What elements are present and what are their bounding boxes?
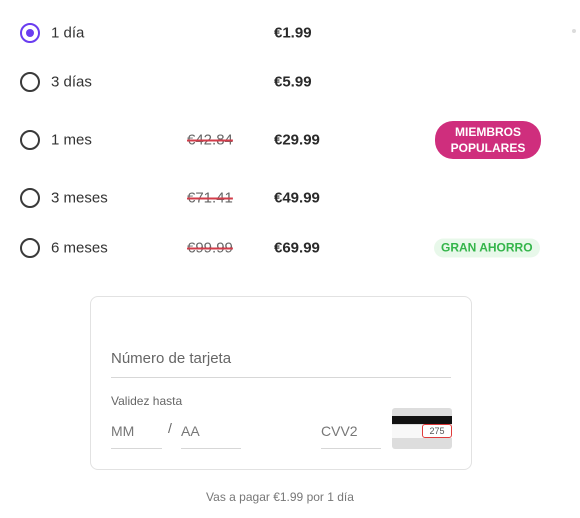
cvv-input[interactable]: CVV2 — [321, 417, 381, 449]
plan-option-1-mes[interactable]: 1 mes €42.84 €29.99 MIEMBROS POPULARES — [0, 120, 580, 160]
expiry-month-input[interactable]: MM — [111, 417, 162, 449]
plan-price: €49.99 — [274, 189, 320, 207]
plan-price: €5.99 — [274, 73, 312, 91]
plan-option-1-dia[interactable]: 1 día €1.99 — [0, 13, 580, 53]
plan-price: €1.99 — [274, 24, 312, 42]
radio-selected[interactable] — [20, 23, 40, 43]
expiry-separator: / — [168, 420, 172, 436]
radio-unselected[interactable] — [20, 188, 40, 208]
expiry-year-input[interactable]: AA — [181, 417, 241, 449]
magnetic-stripe — [392, 416, 452, 424]
expiry-label: Validez hasta — [111, 394, 183, 408]
plan-price: €69.99 — [274, 239, 320, 257]
plan-option-3-dias[interactable]: 3 días €5.99 — [0, 62, 580, 102]
plan-old-price: €71.41 — [187, 189, 233, 207]
plan-option-3-meses[interactable]: 3 meses €71.41 €49.99 — [0, 178, 580, 218]
cvv-example-code: 275 — [422, 424, 452, 438]
payment-summary: Vas a pagar €1.99 por 1 día — [206, 490, 354, 504]
plan-label: 1 mes — [51, 131, 92, 149]
plan-option-6-meses[interactable]: 6 meses €99.99 €69.99 GRAN AHORRO — [0, 228, 580, 268]
plan-label: 3 días — [51, 73, 92, 91]
radio-unselected[interactable] — [20, 72, 40, 92]
plan-old-price: €42.84 — [187, 131, 233, 149]
plan-old-price: €99.99 — [187, 239, 233, 257]
payment-card-form: Número de tarjeta Validez hasta MM / AA … — [90, 296, 472, 470]
card-back-icon: 275 — [392, 408, 452, 449]
radio-unselected[interactable] — [20, 238, 40, 258]
plan-label: 3 meses — [51, 189, 108, 207]
radio-unselected[interactable] — [20, 130, 40, 150]
plan-label: 1 día — [51, 24, 85, 42]
card-number-input[interactable]: Número de tarjeta — [111, 345, 451, 378]
plan-price: €29.99 — [274, 131, 320, 149]
saving-badge: GRAN AHORRO — [434, 238, 540, 258]
popular-badge: MIEMBROS POPULARES — [435, 121, 541, 159]
plan-label: 6 meses — [51, 239, 108, 257]
